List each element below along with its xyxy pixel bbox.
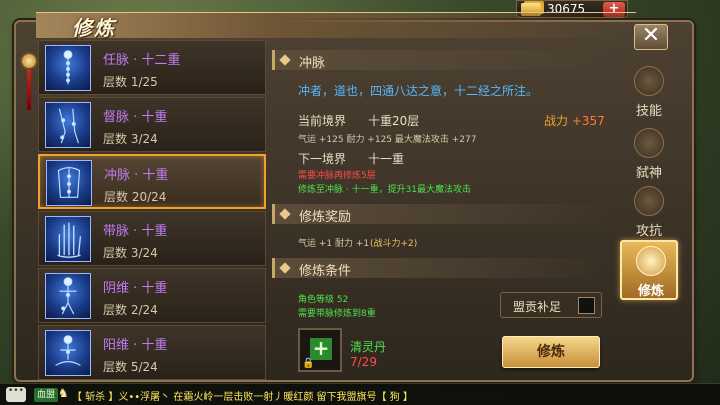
tassel-ornament [27, 70, 31, 110]
diamond-bullet-icon [279, 54, 291, 66]
material-slot[interactable]: + 🔒 [298, 328, 342, 372]
meridian-name: 带脉 · 十重 [103, 224, 168, 239]
reward-stats: 气运 +1 耐力 +1 [298, 239, 370, 249]
chat-message: 【 斩杀 】义••浮屠丶 在霜火岭一层击败一射丿暖红颜 留下我盟旗号【 狗 】 [72, 392, 413, 403]
meridian-name: 任脉 · 十二重 [103, 53, 181, 68]
meridian-body-icon [45, 273, 91, 319]
meridian-torso-icon [46, 160, 92, 206]
next-realm-value: 十一重 [368, 152, 405, 166]
godslayer-emblem-icon [634, 128, 664, 158]
add-material-icon: + [310, 338, 332, 360]
meridian-figure-icon [45, 45, 91, 91]
meridian-requirement: 需要带脉修炼到8重 [298, 309, 376, 319]
tribute-label: 盟贡补足 [513, 300, 562, 314]
window-title: 修炼 [72, 16, 116, 40]
reward-section-title: 修炼奖励 [299, 210, 352, 225]
next-realm-requirement: 需要冲脉再修炼5层 [298, 171, 376, 181]
meridian-name: 督脉 · 十重 [103, 110, 168, 125]
tribute-toggle[interactable]: 盟贡补足 [500, 292, 602, 318]
chat-bar[interactable]: 血盟 ♞ 【 斩杀 】义••浮屠丶 在霜火岭一层击败一射丿暖红颜 留下我盟旗号【… [0, 383, 720, 405]
current-realm-value: 十重20层 [368, 114, 420, 128]
meridian-level: 层数 3/24 [103, 132, 158, 146]
tab-cultivate[interactable]: 修炼 [620, 240, 678, 300]
chat-bubble-icon[interactable] [6, 386, 26, 402]
tab-skill[interactable]: 技能 [620, 62, 678, 122]
next-realm-label: 下一境界 [298, 152, 347, 166]
meridian-description: 冲者，道也，四通八达之意，十二经之所注。 [298, 84, 539, 98]
skill-emblem-icon [634, 66, 664, 96]
next-realm-effect: 修炼至冲脉 · 十一重，提升31最大魔法攻击 [298, 185, 472, 195]
combat-power-value: +357 [571, 114, 605, 128]
reward-section-header: 修炼奖励 [272, 204, 612, 225]
meridian-item-yinwei[interactable]: 阴维 · 十重 层数 2/24 [38, 268, 266, 323]
diamond-bullet-icon [279, 262, 291, 274]
cultivate-emblem-icon [636, 246, 666, 276]
meridian-detail: 冲脉 冲者，道也，四通八达之意，十二经之所注。 当前境界 十重20层 战力 +3… [272, 44, 616, 374]
combat-power: 战力 +357 [544, 112, 605, 129]
detail-section-header: 冲脉 [272, 50, 612, 71]
tab-label: 弑神 [635, 166, 662, 181]
tab-label: 修炼 [637, 284, 664, 299]
meridian-item-chong[interactable]: 冲脉 · 十重 层数 20/24 [38, 154, 266, 209]
combat-power-label: 战力 [544, 114, 569, 128]
diamond-bullet-icon [279, 208, 291, 220]
coin-ornament-icon [20, 52, 38, 70]
detail-section-title: 冲脉 [299, 56, 326, 71]
meridian-level: 层数 1/25 [103, 75, 158, 89]
title-plate [36, 12, 636, 38]
meridian-item-yangwei[interactable]: 阳维 · 十重 层数 5/24 [38, 325, 266, 380]
material-name[interactable]: 清灵丹 [350, 338, 386, 355]
material-count: 7/29 [350, 355, 377, 369]
conditions-section-header: 修炼条件 [272, 258, 612, 279]
meridian-level: 层数 2/24 [103, 303, 158, 317]
meridian-name: 阳维 · 十重 [103, 338, 168, 353]
meridian-name: 冲脉 · 十重 [104, 168, 169, 183]
meridian-hand-icon [45, 216, 91, 262]
rabbit-emote-icon: ♞ [58, 386, 69, 400]
meridian-name: 阴维 · 十重 [103, 281, 168, 296]
resist-emblem-icon [634, 186, 664, 216]
meridian-meditation-icon [45, 330, 91, 376]
meridian-leg-icon [45, 102, 91, 148]
role-level-condition: 角色等级 52 [298, 295, 349, 305]
current-realm-label: 当前境界 [298, 114, 347, 128]
meridian-item-ren[interactable]: 任脉 · 十二重 层数 1/25 [38, 40, 266, 95]
meridian-level: 层数 5/24 [103, 360, 158, 374]
chat-channel-badge: 血盟 [34, 388, 59, 402]
tab-godslayer[interactable]: 弑神 [620, 124, 678, 184]
meridian-item-du[interactable]: 督脉 · 十重 层数 3/24 [38, 97, 266, 152]
lock-icon: 🔒 [302, 358, 315, 369]
current-stats: 气运 +125 耐力 +125 最大魔法攻击 +277 [298, 135, 477, 145]
tab-resist[interactable]: 攻抗 [620, 182, 678, 242]
train-button[interactable]: 修炼 [502, 336, 600, 368]
meridian-level: 层数 20/24 [104, 190, 167, 204]
close-button[interactable]: ✕ [634, 24, 668, 50]
meridian-level: 层数 3/24 [103, 246, 158, 260]
tab-label: 攻抗 [635, 224, 662, 239]
meridian-item-dai[interactable]: 带脉 · 十重 层数 3/24 [38, 211, 266, 266]
meridian-list[interactable]: 任脉 · 十二重 层数 1/25 督脉 · 十重 层数 3/24 冲脉 · 十重… [38, 40, 266, 380]
tab-label: 技能 [635, 104, 662, 119]
reward-power: (战斗力+2) [370, 239, 418, 249]
conditions-section-title: 修炼条件 [299, 264, 352, 279]
tribute-checkbox[interactable] [578, 297, 595, 314]
